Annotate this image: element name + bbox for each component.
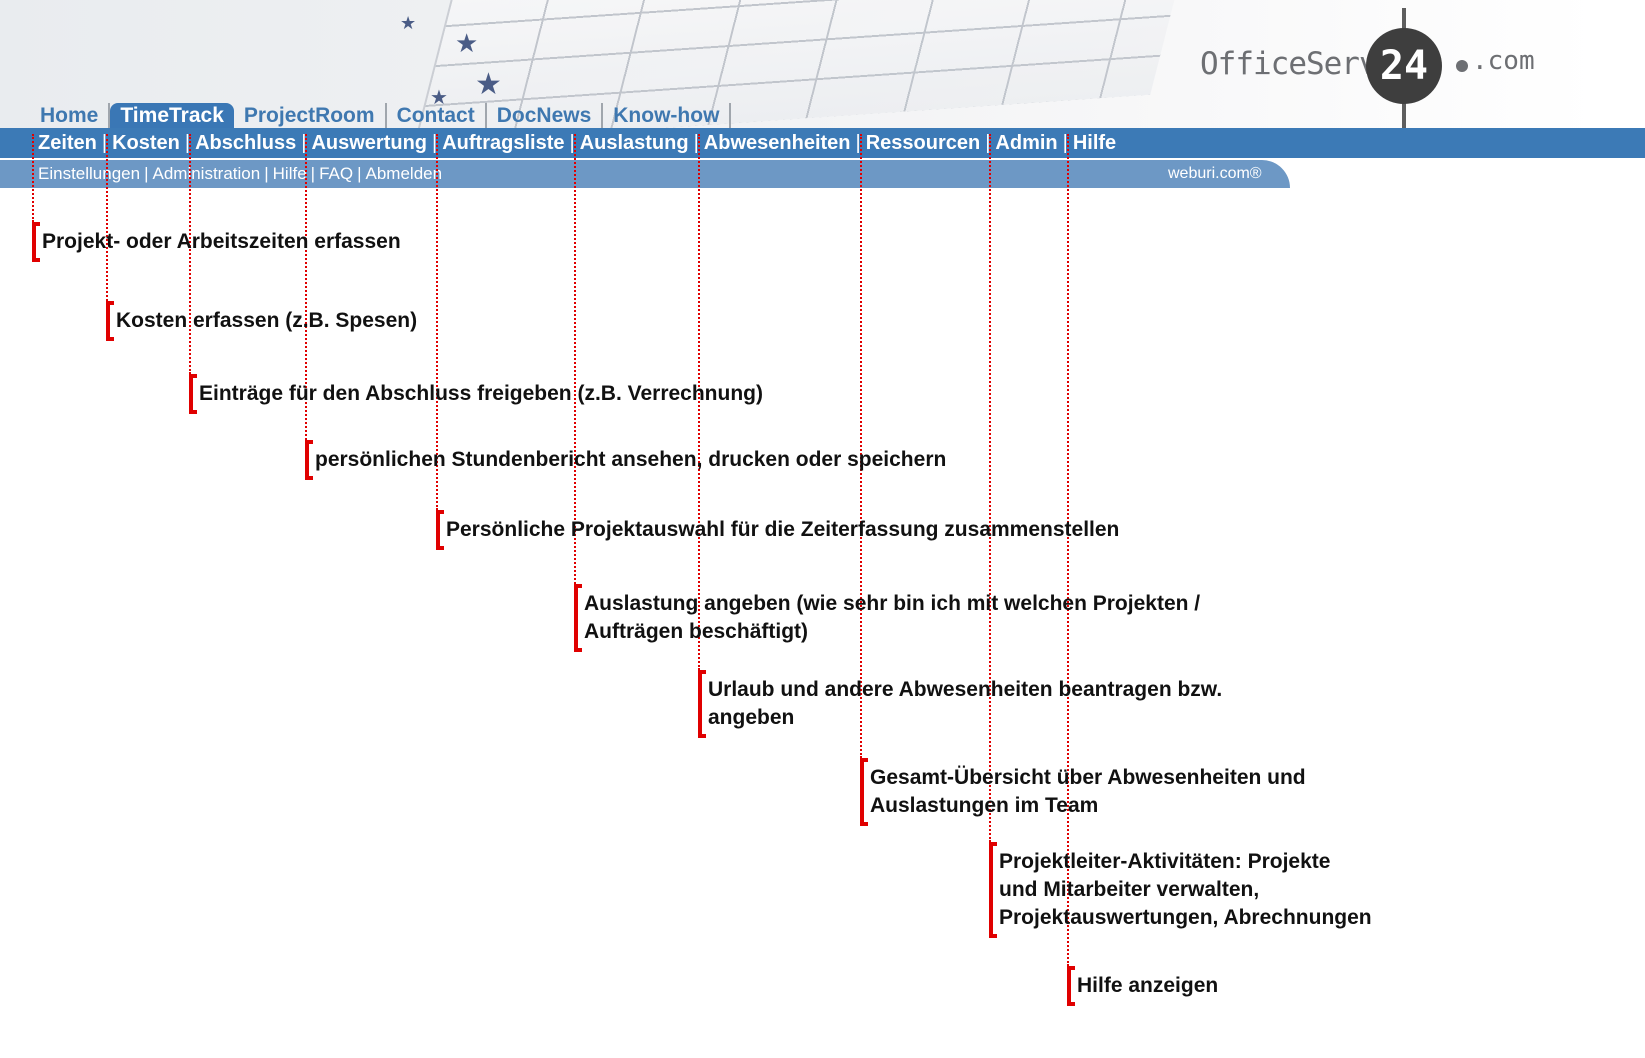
nav-separator: | — [310, 164, 316, 183]
annotation-auswertung: persönlichen Stundenbericht ansehen, dru… — [305, 440, 946, 480]
nav-separator: | — [301, 132, 307, 154]
nav-item-auslastung[interactable]: Auslastung — [580, 132, 689, 154]
tab-home[interactable]: Home — [30, 103, 111, 128]
annotation-text: Gesamt-Übersicht über Abwesenheiten und — [870, 766, 1306, 789]
nav-item-admin[interactable]: Admin — [995, 132, 1057, 154]
guide-line-kosten — [106, 134, 108, 301]
logo-badge: 24 — [1366, 28, 1442, 104]
primary-nav-bar: Zeiten | Kosten | Abschluss | Auswertung | Auftr… — [0, 128, 1645, 160]
nav-separator: | — [855, 132, 861, 154]
annotation-zeiten: Projekt- oder Arbeitszeiten erfassen — [32, 222, 401, 262]
annotation-bracket — [989, 842, 997, 938]
nav-separator: | — [101, 132, 108, 154]
main-tabs: Home TimeTrack ProjectRoom Contact DocNews Kn… — [30, 103, 732, 128]
secondary-nav-bar: Einstellungen | Administration | Hilfe | FAQ | A… — [0, 160, 1645, 188]
subnav-item-einstellungen[interactable]: Einstellungen — [38, 164, 140, 183]
annotation-bracket — [189, 374, 197, 414]
nav-item-hilfe[interactable]: Hilfe — [1073, 132, 1116, 154]
annotation-text: Aufträgen beschäftigt) — [584, 620, 809, 643]
nav-item-auswertung[interactable]: Auswertung — [311, 132, 427, 154]
nav-separator: | — [357, 164, 362, 183]
annotation-text: persönlichen Stundenbericht ansehen, dru… — [315, 448, 947, 471]
tab-projectroom[interactable]: ProjectRoom — [234, 103, 387, 128]
annotation-text: Urlaub und andere Abwesenheiten beantrag… — [708, 678, 1223, 701]
nav-item-abwesenheiten[interactable]: Abwesenheiten — [704, 132, 851, 154]
annotation-text: Projekt- oder Arbeitszeiten erfassen — [42, 230, 401, 253]
annotation-hilfe: Hilfe anzeigen — [1067, 966, 1218, 1006]
tab-contact[interactable]: Contact — [387, 103, 487, 128]
primary-nav: Zeiten | Kosten | Abschluss | Auswertung | Auftr… — [38, 128, 1116, 158]
annotation-text: und Mitarbeiter verwalten, — [999, 878, 1260, 901]
nav-separator: | — [144, 164, 149, 183]
annotation-text: Projektleiter-Aktivitäten: Projekte — [999, 850, 1331, 873]
guide-line-zeiten — [32, 134, 34, 222]
nav-item-kosten[interactable]: Kosten — [112, 132, 180, 154]
annotation-text: Auslastungen im Team — [870, 794, 1099, 817]
annotation-auslastung: Auslastung angeben (wie sehr bin ich mit… — [574, 584, 1200, 652]
annotation-bracket — [305, 440, 313, 480]
subnav-item-faq[interactable]: FAQ — [319, 164, 353, 183]
annotation-text: Kosten erfassen (z.B. Spesen) — [116, 309, 418, 332]
nav-item-ressourcen[interactable]: Ressourcen — [866, 132, 981, 154]
annotation-text: angeben — [708, 706, 795, 729]
star-icon: ★ — [475, 68, 502, 101]
nav-separator: | — [432, 132, 438, 154]
tab-know-how[interactable]: Know-how — [603, 103, 732, 128]
star-icon: ★ — [400, 13, 417, 33]
weburi-brand[interactable]: weburi.com® — [1168, 160, 1262, 188]
nav-separator: | — [569, 132, 575, 154]
nav-item-abschluss[interactable]: Abschluss — [195, 132, 296, 154]
logo-domain: .com — [1472, 46, 1535, 76]
nav-separator: | — [184, 132, 191, 154]
annotation-text: Auslastung angeben (wie sehr bin ich mit… — [584, 592, 1201, 615]
secondary-nav: Einstellungen | Administration | Hilfe | FAQ | A… — [38, 160, 442, 188]
annotation-bracket — [574, 584, 582, 652]
annotation-text: Einträge für den Abschluss freigeben (z.… — [199, 382, 763, 405]
nav-item-auftragsliste[interactable]: Auftragsliste — [442, 132, 564, 154]
subnav-item-administration[interactable]: Administration — [153, 164, 261, 183]
tab-timetrack[interactable]: TimeTrack — [110, 103, 234, 128]
annotation-abwesenheiten: Urlaub und andere Abwesenheiten beantrag… — [698, 670, 1222, 738]
nav-separator: | — [985, 132, 991, 154]
annotation-bracket — [1067, 966, 1075, 1006]
annotation-bracket — [436, 510, 444, 550]
annotation-text: Hilfe anzeigen — [1077, 974, 1219, 997]
annotation-auftragsliste: Persönliche Projektauswahl für die Zeite… — [436, 510, 1119, 550]
subnav-item-hilfe[interactable]: Hilfe — [273, 164, 307, 183]
annotation-bracket — [106, 301, 114, 341]
star-icon: ★ — [455, 28, 479, 58]
nav-separator: | — [693, 132, 699, 154]
nav-item-zeiten[interactable]: Zeiten — [38, 132, 97, 154]
subnav-item-abmelden[interactable]: Abmelden — [366, 164, 443, 183]
tab-docnews[interactable]: DocNews — [487, 103, 604, 128]
annotation-text: Persönliche Projektauswahl für die Zeite… — [446, 518, 1120, 541]
annotation-bracket — [860, 758, 868, 826]
annotation-abschluss: Einträge für den Abschluss freigeben (z.… — [189, 374, 763, 414]
annotation-ressourcen: Gesamt-Übersicht über Abwesenheiten und A… — [860, 758, 1306, 826]
annotation-text: Projektauswertungen, Abrechnungen — [999, 906, 1372, 929]
nav-separator: | — [264, 164, 269, 183]
nav-separator: | — [1062, 132, 1068, 154]
annotation-admin: Projektleiter-Aktivitäten: Projekte und M… — [989, 842, 1372, 938]
annotation-bracket — [698, 670, 706, 738]
annotation-bracket — [32, 222, 40, 262]
annotation-kosten: Kosten erfassen (z.B. Spesen) — [106, 301, 417, 341]
